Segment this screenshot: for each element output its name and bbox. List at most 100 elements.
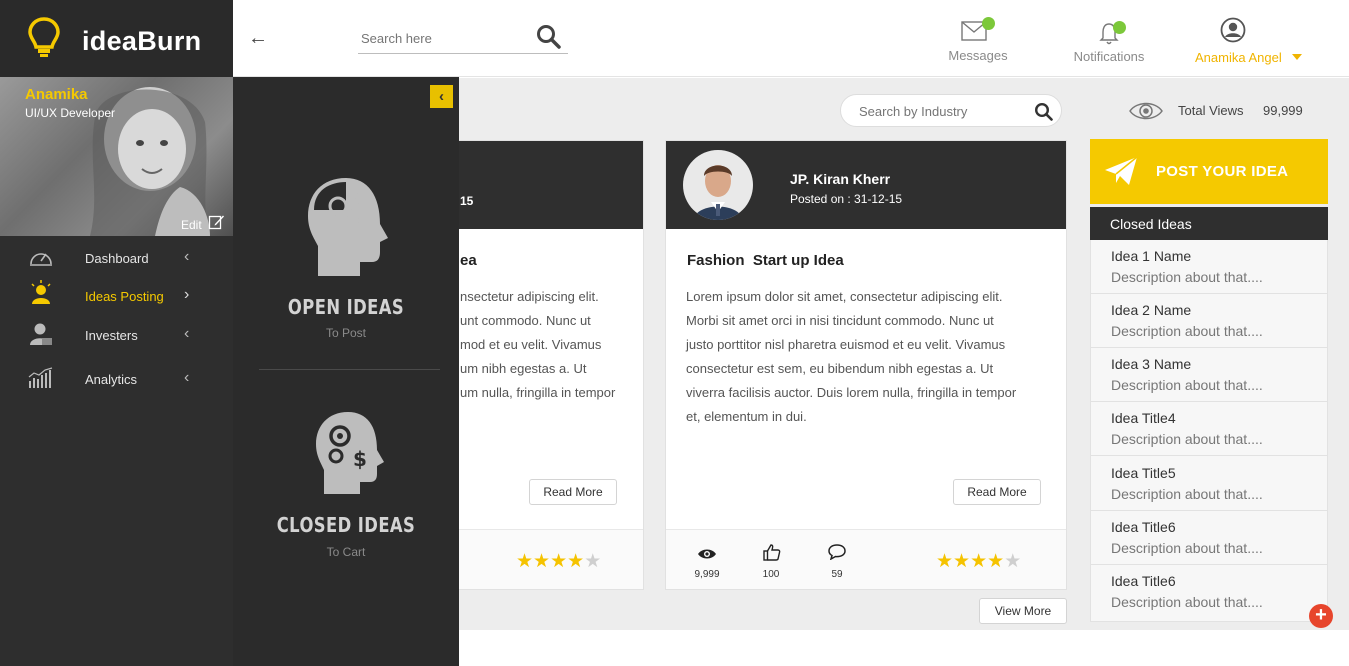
caret-down-icon[interactable] bbox=[1292, 54, 1302, 60]
back-arrow-icon[interactable]: ← bbox=[248, 27, 268, 50]
star-icon[interactable]: ★ bbox=[987, 551, 1004, 572]
card-footer: 9,999 100 59 ★★★★★ bbox=[666, 529, 1066, 589]
idea-description: Description about that.... bbox=[1111, 486, 1263, 502]
read-more-button[interactable]: Read More bbox=[953, 479, 1041, 505]
sidebar-item-analytics[interactable]: Analytics ‹ bbox=[0, 361, 233, 399]
closed-ideas-header: Closed Ideas bbox=[1090, 207, 1328, 240]
thumbs-up-icon[interactable] bbox=[763, 543, 781, 561]
card-body: Lorem ipsum dolor sit amet, consectetur … bbox=[686, 285, 1056, 429]
list-item[interactable]: Idea Title6 Description about that.... bbox=[1091, 511, 1327, 565]
view-more-button[interactable]: View More bbox=[979, 598, 1067, 624]
messages-button[interactable]: Messages bbox=[940, 14, 1016, 66]
card-body-line: viverra facilisis auctor. Duis lorem nul… bbox=[686, 385, 1017, 400]
idea-name: Idea 3 Name bbox=[1111, 356, 1192, 372]
collapse-drawer-button[interactable]: ‹ bbox=[430, 85, 453, 108]
idea-name: Idea 2 Name bbox=[1111, 302, 1192, 318]
brand-name[interactable]: ideaBurn bbox=[82, 26, 201, 57]
list-item[interactable]: Idea 2 Name Description about that.... bbox=[1091, 294, 1327, 348]
industry-search[interactable] bbox=[840, 94, 1062, 127]
closed-ideas-title: Closed Ideas bbox=[1110, 216, 1192, 232]
idea-description: Description about that.... bbox=[1111, 269, 1263, 285]
sidebar-item-ideas-posting[interactable]: Ideas Posting › bbox=[0, 278, 233, 316]
add-idea-button[interactable]: + bbox=[1309, 604, 1333, 628]
card-date: 15 bbox=[460, 194, 474, 208]
search-icon[interactable] bbox=[1034, 102, 1053, 121]
idea-person-icon bbox=[31, 280, 51, 304]
list-item[interactable]: Idea 1 Name Description about that.... bbox=[1091, 240, 1327, 294]
post-idea-label: POST YOUR IDEA bbox=[1156, 163, 1289, 180]
comments-count: 59 bbox=[831, 569, 843, 580]
messages-label: Messages bbox=[948, 48, 1008, 63]
chevron-left-icon: ‹ bbox=[184, 325, 190, 342]
svg-text:$: $ bbox=[353, 447, 367, 471]
idea-card: JP. Kiran Kherr Posted on : 31-12-15 Fas… bbox=[665, 140, 1067, 590]
open-ideas-title[interactable]: OPEN IDEAS bbox=[253, 295, 438, 319]
user-name: Anamika Angel bbox=[1195, 50, 1282, 65]
card-body-line: um nibh egestas a. Ut bbox=[460, 361, 587, 376]
card-title[interactable]: Fashion Start up Idea bbox=[687, 252, 844, 269]
open-head-gears-icon bbox=[308, 178, 388, 276]
list-item[interactable]: Idea Title6 Description about that.... bbox=[1091, 565, 1327, 619]
author-avatar[interactable] bbox=[683, 150, 753, 220]
card-body-line: Morbi sit amet orci in nisi tincidunt co… bbox=[686, 313, 994, 328]
card-body-line: mod et eu velit. Vivamus bbox=[460, 337, 602, 352]
star-icon: ★ bbox=[584, 551, 602, 572]
list-item[interactable]: Idea 3 Name Description about that.... bbox=[1091, 348, 1327, 402]
list-item[interactable]: Idea Title4 Description about that.... bbox=[1091, 402, 1327, 456]
online-dot bbox=[1113, 21, 1126, 34]
card-body-line: nsectetur adipiscing elit. bbox=[460, 289, 599, 304]
idea-name: Idea Title4 bbox=[1111, 410, 1176, 426]
star-icon[interactable]: ★ bbox=[1004, 551, 1021, 572]
star-rating[interactable]: ★★★★★ bbox=[936, 552, 1021, 572]
closed-ideas-drawer-title[interactable]: CLOSED IDEAS bbox=[253, 513, 438, 537]
star-icon[interactable]: ★ bbox=[953, 551, 970, 572]
card-body-line: Lorem ipsum dolor sit amet, consectetur … bbox=[686, 289, 1003, 304]
star-icon[interactable]: ★ bbox=[970, 551, 987, 572]
lightbulb-logo-icon bbox=[28, 17, 60, 57]
closed-head-gears-icon: $ bbox=[316, 412, 384, 494]
idea-description: Description about that.... bbox=[1111, 540, 1263, 556]
read-more-button[interactable]: Read More bbox=[529, 479, 617, 505]
sidebar-item-label: Investers bbox=[85, 328, 138, 343]
eye-icon bbox=[1129, 102, 1163, 120]
card-title: ea bbox=[460, 252, 477, 269]
comment-icon[interactable] bbox=[828, 544, 846, 560]
industry-search-input[interactable] bbox=[859, 104, 1029, 119]
star-icon: ★ bbox=[567, 551, 585, 572]
profile-edit-link[interactable]: Edit bbox=[181, 218, 202, 232]
profile-name: Anamika bbox=[25, 86, 88, 103]
idea-name: Idea 1 Name bbox=[1111, 248, 1192, 264]
eye-icon bbox=[698, 549, 716, 559]
search-input[interactable] bbox=[361, 31, 531, 46]
author-name[interactable]: JP. Kiran Kherr bbox=[790, 171, 890, 187]
star-icon[interactable]: ★ bbox=[936, 551, 953, 572]
idea-name: Idea Title5 bbox=[1111, 465, 1176, 481]
sidebar-item-investers[interactable]: Investers ‹ bbox=[0, 317, 233, 355]
card-body-line: consectetur est sem, eu bibendum nibh eg… bbox=[686, 361, 994, 376]
paper-plane-icon bbox=[1105, 156, 1138, 185]
views-count: 9,999 bbox=[694, 569, 720, 580]
edit-icon[interactable] bbox=[208, 213, 225, 230]
card-body-line: et, elementum in dui. bbox=[686, 409, 807, 424]
star-icon: ★ bbox=[550, 551, 568, 572]
total-views-value: 99,999 bbox=[1263, 103, 1303, 118]
user-menu[interactable]: Anamika Angel bbox=[1190, 14, 1315, 66]
investor-icon bbox=[30, 323, 52, 345]
chevron-left-icon: ‹ bbox=[184, 369, 190, 386]
user-avatar-icon bbox=[1220, 17, 1246, 43]
likes-count: 100 bbox=[762, 569, 780, 580]
card-body-line: unt commodo. Nunc ut bbox=[460, 313, 591, 328]
idea-description: Description about that.... bbox=[1111, 323, 1263, 339]
notifications-button[interactable]: Notifications bbox=[1068, 14, 1150, 66]
closed-ideas-drawer-subtitle: To Cart bbox=[326, 545, 366, 559]
post-idea-button[interactable]: POST YOUR IDEA bbox=[1090, 139, 1328, 204]
search-icon[interactable] bbox=[536, 24, 562, 50]
list-item[interactable]: Idea Title5 Description about that.... bbox=[1091, 457, 1327, 511]
ideas-drawer bbox=[233, 77, 459, 666]
global-search[interactable] bbox=[358, 22, 568, 54]
gauge-icon bbox=[30, 253, 52, 266]
drawer-divider bbox=[259, 369, 440, 370]
star-icon: ★ bbox=[516, 551, 534, 572]
sidebar-item-dashboard[interactable]: Dashboard ‹ bbox=[0, 240, 233, 278]
chevron-left-icon: ‹ bbox=[184, 248, 190, 265]
